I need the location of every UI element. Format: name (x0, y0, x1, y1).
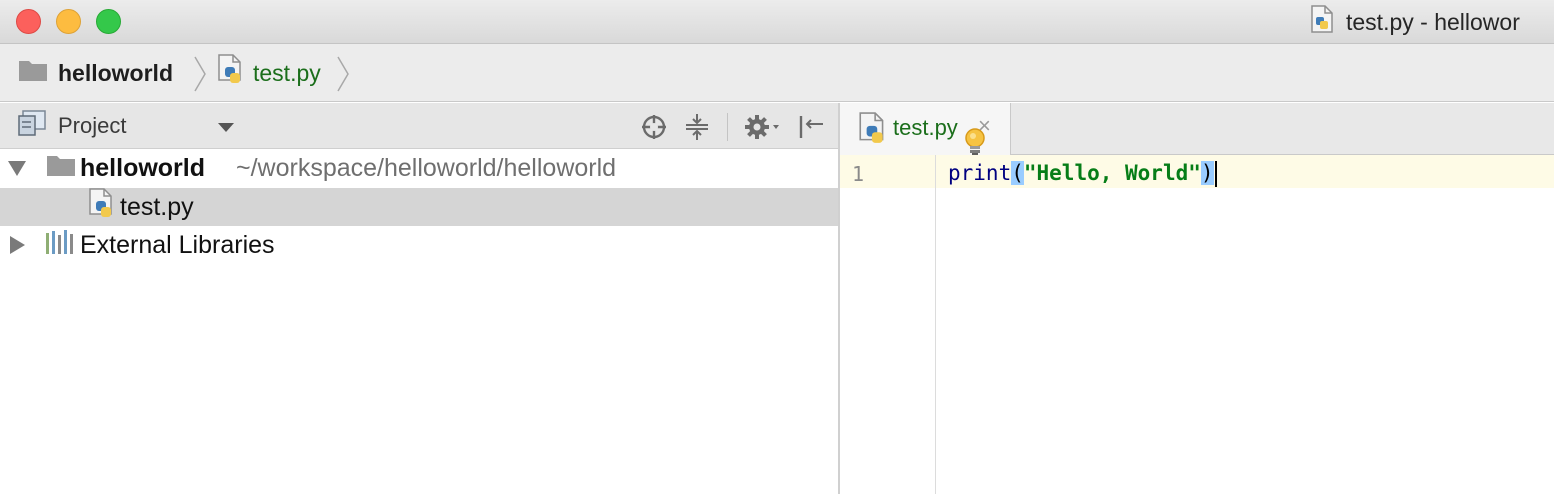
editor-tab-strip: test.py × (840, 103, 1554, 156)
collapse-icon[interactable] (683, 113, 711, 141)
gear-icon[interactable] (743, 113, 785, 141)
breadcrumb-file[interactable]: test.py (217, 44, 321, 102)
editor-gutter: 1 (840, 155, 936, 494)
tree-row-file[interactable]: test.py (0, 187, 838, 227)
toolbar-divider (727, 113, 728, 141)
expand-arrow-icon[interactable] (8, 160, 26, 176)
breadcrumb-file-label: test.py (253, 59, 321, 86)
text-caret (1214, 161, 1217, 187)
editor-tab-label: test.py (893, 115, 958, 140)
code-string: "Hello, World" (1023, 161, 1201, 185)
breadcrumb-project[interactable]: helloworld (18, 44, 173, 102)
breadcrumb-project-label: helloworld (58, 59, 173, 86)
window-zoom-button[interactable] (96, 9, 121, 34)
breadcrumb-separator (337, 56, 349, 92)
navigation-bar: helloworld test.py (0, 44, 1554, 102)
code-function: print (948, 161, 1012, 185)
code-close-paren: ) (1200, 161, 1214, 185)
folder-icon (46, 153, 76, 184)
library-icon (45, 229, 75, 262)
chevron-down-icon[interactable] (218, 123, 234, 132)
window-close-button[interactable] (16, 9, 41, 34)
locate-icon[interactable] (640, 113, 668, 141)
breadcrumb-separator (194, 56, 206, 92)
tree-libraries-label: External Libraries (80, 230, 275, 259)
window-title: test.py - hellowor (1310, 0, 1520, 44)
title-bar: test.py - hellowor (0, 0, 1554, 44)
code-open-paren: ( (1011, 161, 1024, 185)
folder-icon (18, 58, 48, 88)
code-editor[interactable]: print("Hello, World") (936, 155, 1554, 494)
code-line-1[interactable]: print("Hello, World") (948, 159, 1217, 187)
window-minimize-button[interactable] (56, 9, 81, 34)
line-number: 1 (852, 162, 865, 186)
tree-row-external-libraries[interactable]: External Libraries (0, 226, 838, 264)
python-file-icon (858, 112, 888, 151)
project-tree: helloworld ~/workspace/helloworld/hellow… (0, 149, 838, 494)
python-file-icon (1310, 5, 1334, 39)
expand-arrow-icon[interactable] (10, 236, 25, 254)
tree-root-path: ~/workspace/helloworld/helloworld (236, 153, 617, 182)
tree-file-name: test.py (120, 192, 194, 221)
project-panel-header: Project (0, 103, 838, 149)
project-view-selector[interactable]: Project (18, 103, 126, 149)
window-title-text: test.py - hellowor (1346, 8, 1520, 35)
tree-root-name: helloworld (80, 153, 205, 182)
hide-icon[interactable] (797, 113, 825, 141)
project-view-icon (18, 110, 46, 142)
project-panel-title: Project (58, 113, 127, 138)
tree-row-project-root[interactable]: helloworld ~/workspace/helloworld/hellow… (0, 149, 838, 187)
python-file-icon (217, 54, 245, 92)
editor-tab-test-py[interactable]: test.py × (840, 103, 1011, 156)
python-file-icon (88, 187, 116, 227)
